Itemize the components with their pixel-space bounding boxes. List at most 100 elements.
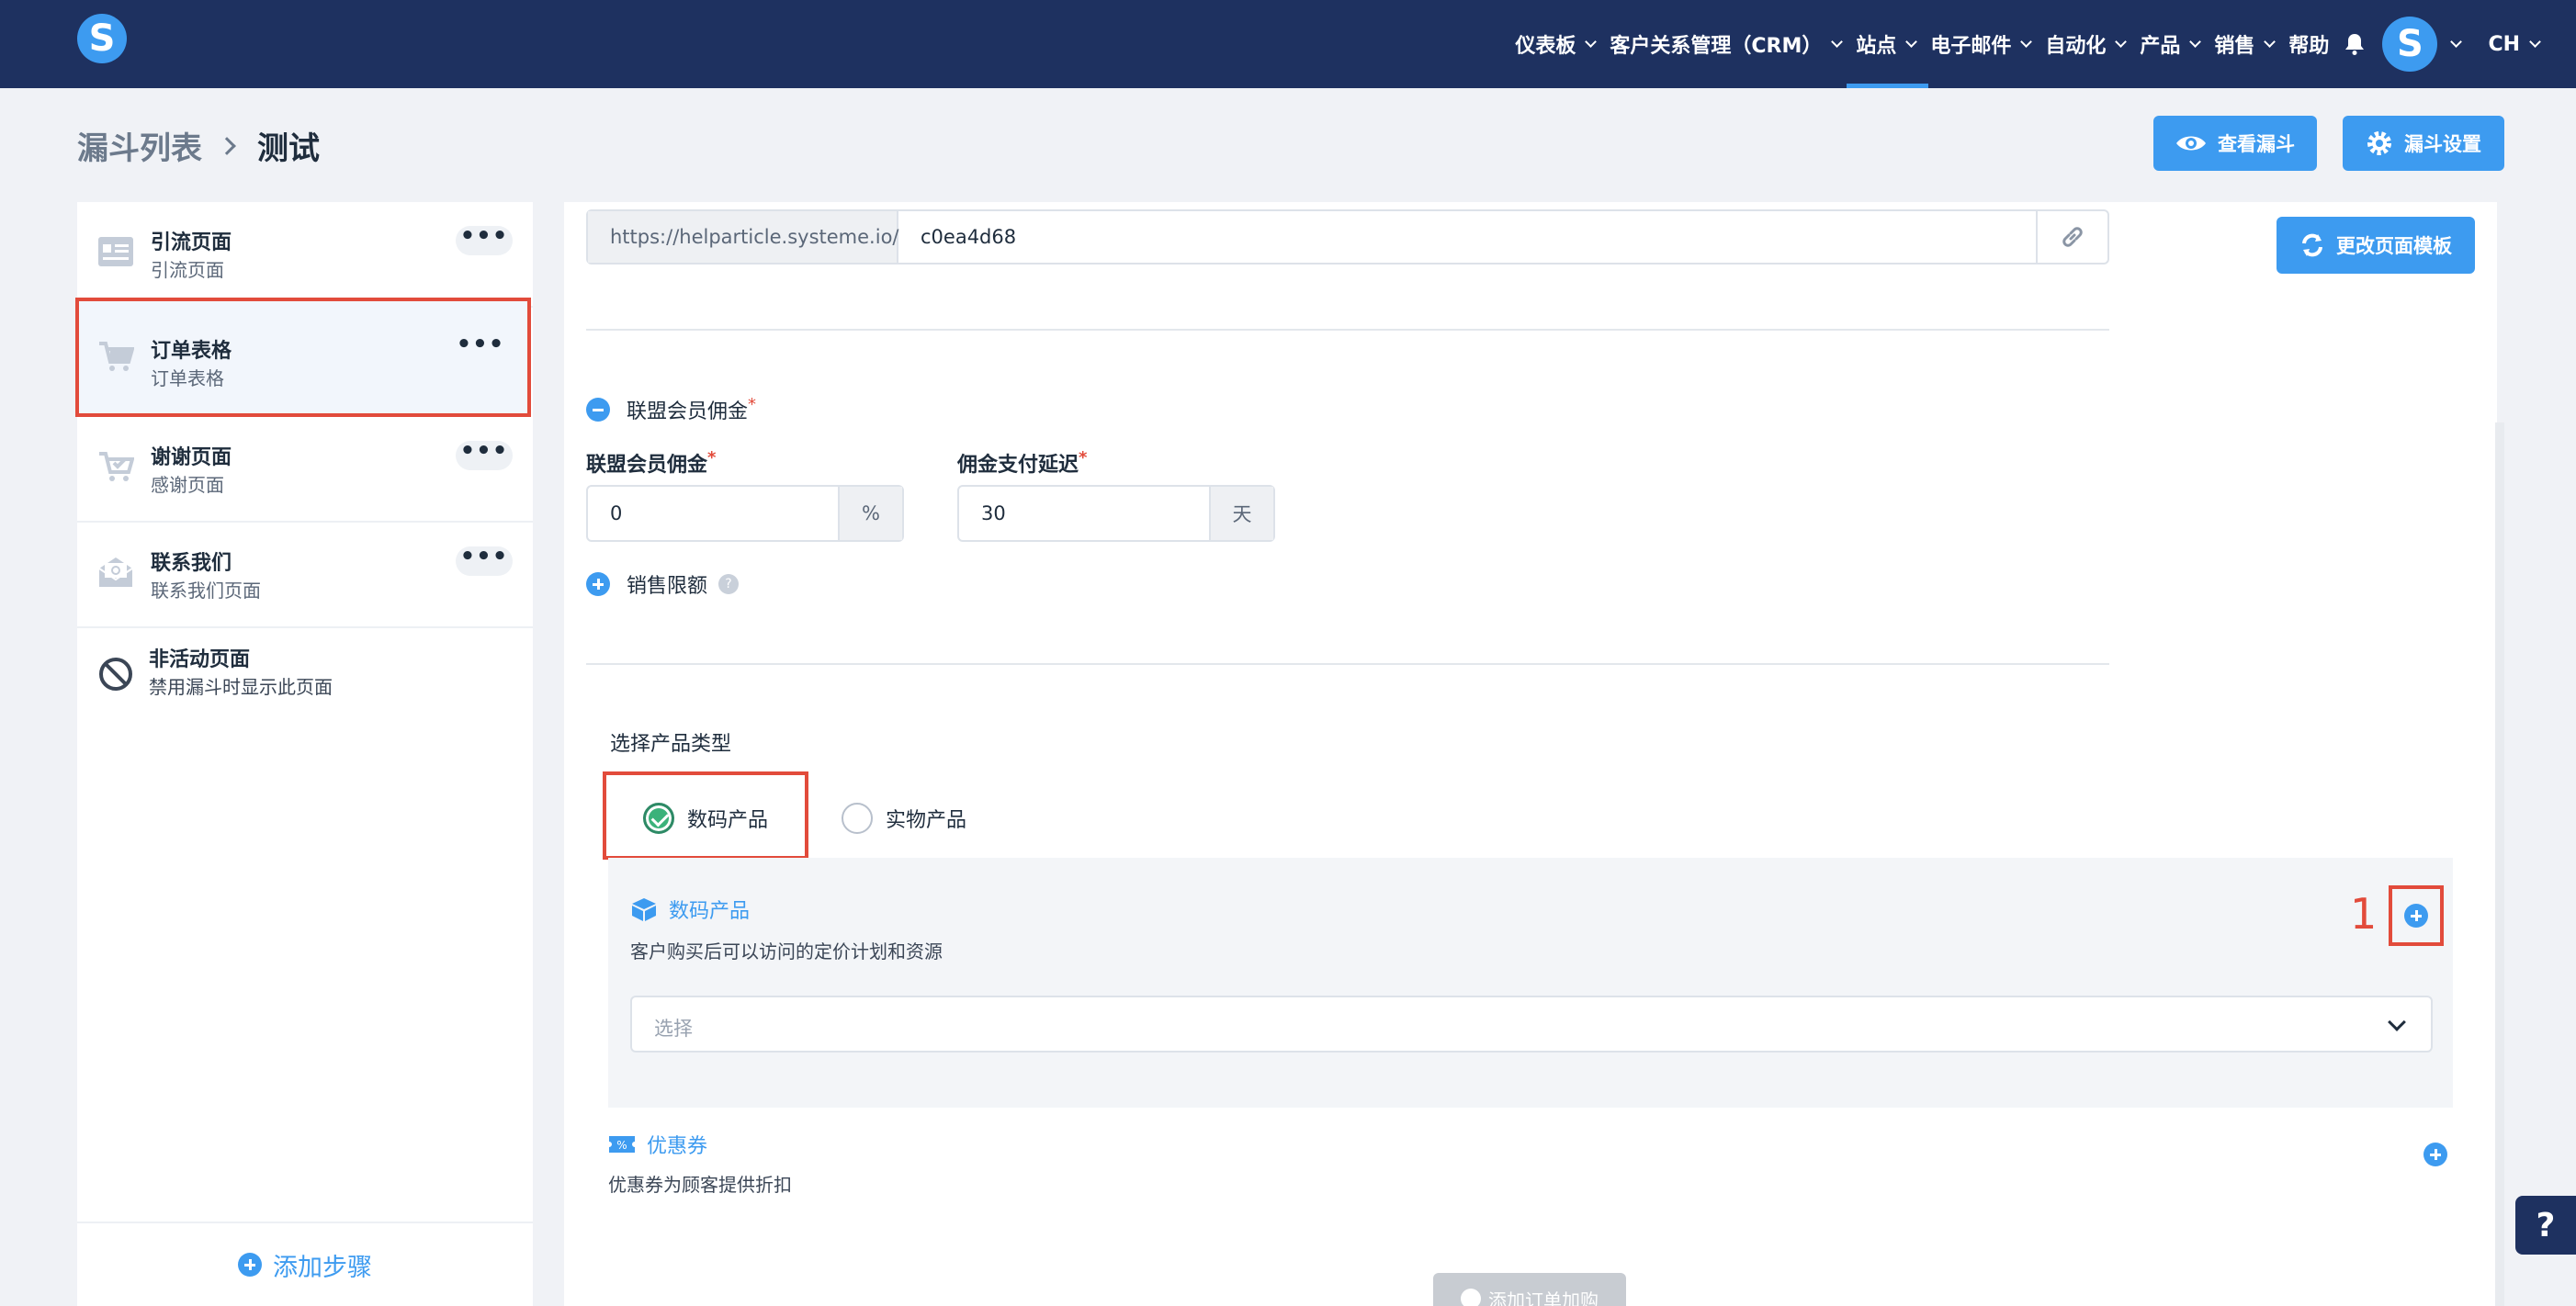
step-more-button[interactable]: ••• (456, 545, 513, 576)
delay-input[interactable]: 30 天 (957, 485, 1275, 542)
product-type-title: 选择产品类型 (610, 733, 732, 756)
nav-help[interactable]: 帮助 (2288, 0, 2329, 88)
chevron-down-icon (1831, 35, 1844, 48)
delay-label: 佣金支付延迟* (957, 448, 1088, 477)
link-icon[interactable] (2036, 211, 2107, 263)
breadcrumb-parent[interactable]: 漏斗列表 (77, 123, 202, 168)
funnel-settings-button[interactable]: 漏斗设置 (2343, 116, 2504, 171)
eye-icon (2176, 136, 2206, 151)
radio-physical-product[interactable]: 实物产品 (842, 803, 966, 834)
step-more-button[interactable]: ••• (456, 439, 513, 470)
digital-product-description: 客户购买后可以访问的定价计划和资源 (630, 940, 943, 963)
sales-limit-title: 销售限额 (627, 575, 708, 598)
radio-circle-icon (842, 803, 873, 834)
plus-circle-icon (586, 572, 610, 596)
nav-sites[interactable]: 站点 (1847, 0, 1929, 88)
view-funnel-label: 查看漏斗 (2218, 133, 2295, 155)
url-path-input[interactable]: c0ea4d68 (898, 211, 2036, 263)
divider (586, 663, 2109, 665)
disabled-icon (99, 658, 132, 691)
affiliate-section-toggle[interactable]: 联盟会员佣金* (586, 395, 756, 424)
chevron-down-icon (2020, 35, 2033, 48)
delay-value[interactable]: 30 (959, 487, 1209, 540)
coupon-description: 优惠券为顾客提供折扣 (608, 1174, 792, 1196)
radio-digital-product[interactable]: 数码产品 (643, 803, 768, 834)
minus-circle-icon (586, 398, 610, 422)
check-circle-icon (643, 803, 674, 834)
top-navbar: S 仪表板 客户关系管理（CRM） 站点 电子邮件 自动化 产品 销售 帮助 S… (0, 0, 2576, 88)
add-order-bump-label: 添加订单加购 (1488, 1289, 1599, 1306)
chevron-down-icon (1585, 35, 1598, 48)
page-icon (98, 237, 133, 266)
chevron-down-icon (2388, 1013, 2406, 1031)
nav-sales[interactable]: 销售 (2214, 0, 2277, 88)
step-item-order-form[interactable]: 订单表格 订单表格 ••• (75, 298, 531, 417)
step-item-contact[interactable]: 联系我们 联系我们页面 ••• (77, 523, 533, 628)
digital-product-select[interactable]: 选择 (630, 996, 2433, 1053)
step-item-squeeze[interactable]: 引流页面 引流页面 ••• (77, 202, 533, 308)
help-chat-button[interactable]: ? (2515, 1196, 2576, 1255)
chevron-down-icon (2264, 35, 2277, 48)
percent-unit: % (838, 487, 902, 540)
box-icon (632, 898, 656, 921)
plus-circle-icon (238, 1253, 262, 1277)
commission-value[interactable]: 0 (588, 487, 838, 540)
step-settings-panel: https://helparticle.systeme.io/ c0ea4d68… (564, 202, 2497, 1306)
gear-icon (2367, 131, 2391, 155)
mail-icon (98, 557, 133, 587)
step-more-button[interactable]: ••• (452, 332, 509, 364)
step-title: 非活动页面 (149, 648, 251, 671)
cart-check-icon (99, 452, 134, 481)
app-logo[interactable]: S (77, 14, 127, 63)
change-template-button[interactable]: 更改页面模板 (2277, 217, 2475, 274)
nav-crm[interactable]: 客户关系管理（CRM） (1610, 0, 1844, 88)
step-item-thank-you[interactable]: 谢谢页面 感谢页面 ••• (77, 417, 533, 523)
step-title: 订单表格 (151, 340, 232, 363)
funnel-settings-label: 漏斗设置 (2404, 133, 2481, 155)
step-title: 联系我们 (151, 552, 232, 575)
refresh-icon (2302, 233, 2322, 257)
plus-circle-icon (1461, 1289, 1481, 1306)
cart-icon (99, 342, 134, 371)
affiliate-section-title: 联盟会员佣金 (627, 400, 749, 423)
language-switcher[interactable]: CH (2488, 0, 2541, 88)
step-more-button[interactable]: ••• (456, 224, 513, 255)
add-digital-product-button[interactable] (2389, 885, 2444, 946)
add-coupon-button[interactable] (2423, 1143, 2447, 1166)
url-prefix: https://helparticle.systeme.io/ (588, 211, 899, 263)
nav-email[interactable]: 电子邮件 (1930, 0, 2033, 88)
main-nav: 仪表板 客户关系管理（CRM） 站点 电子邮件 自动化 产品 销售 帮助 S C… (1515, 0, 2576, 88)
step-title: 引流页面 (151, 231, 232, 254)
chevron-down-icon[interactable] (2450, 35, 2463, 48)
view-funnel-button[interactable]: 查看漏斗 (2153, 116, 2317, 171)
commission-input[interactable]: 0 % (586, 485, 904, 542)
scrollbar[interactable] (2495, 422, 2504, 1306)
chevron-down-icon (2115, 35, 2128, 48)
coupon-icon: % (609, 1136, 635, 1153)
add-step-button[interactable]: 添加步骤 (77, 1222, 533, 1306)
digital-product-title: 数码产品 (630, 895, 750, 924)
change-template-label: 更改页面模板 (2336, 235, 2452, 257)
help-icon[interactable]: ? (718, 574, 740, 594)
step-subtitle: 禁用漏斗时显示此页面 (149, 676, 333, 698)
avatar[interactable]: S (2382, 17, 2438, 72)
svg-text:%: % (616, 1139, 627, 1152)
chevron-down-icon (1905, 35, 1918, 48)
plus-circle-icon (2404, 904, 2428, 928)
commission-label: 联盟会员佣金* (586, 448, 717, 477)
bell-icon[interactable] (2344, 32, 2366, 56)
add-order-bump-button[interactable]: 添加订单加购 (1433, 1273, 1626, 1306)
divider (586, 329, 2109, 331)
radio-label: 数码产品 (687, 809, 769, 832)
page-title: 测试 (257, 130, 320, 167)
funnel-steps-panel: 引流页面 引流页面 ••• 订单表格 订单表格 ••• 谢谢页面 感谢页面 ••… (75, 202, 533, 1306)
nav-products[interactable]: 产品 (2140, 0, 2202, 88)
chevron-down-icon (2189, 35, 2202, 48)
add-step-label: 添加步骤 (273, 1253, 372, 1282)
sales-limit-toggle[interactable]: 销售限额 ? (586, 569, 740, 599)
chevron-down-icon (2529, 35, 2541, 48)
nav-dashboard[interactable]: 仪表板 (1515, 0, 1598, 88)
step-subtitle: 感谢页面 (151, 474, 224, 496)
nav-automation[interactable]: 自动化 (2045, 0, 2128, 88)
annotation-number: 1 (2350, 889, 2378, 939)
